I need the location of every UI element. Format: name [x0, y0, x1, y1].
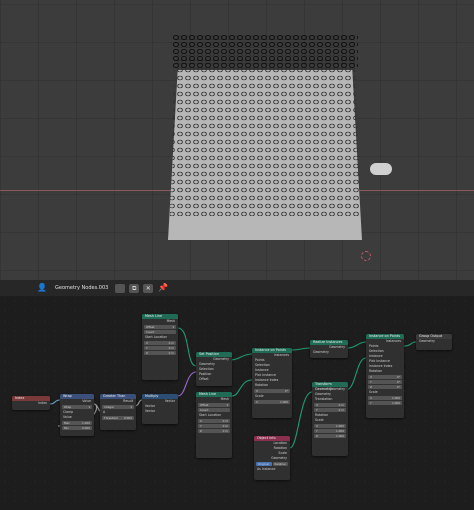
- mode-dropdown[interactable]: Offset ▾: [198, 403, 230, 407]
- geometry-output-label: Geometry: [271, 456, 287, 460]
- scale-z-field[interactable]: Z 1.000: [314, 434, 346, 438]
- realize-instances-node[interactable]: Realize Instances Geometry Geometry: [310, 340, 348, 358]
- scale-x-field[interactable]: X 1.000: [254, 400, 290, 404]
- transform-geometry-node[interactable]: Transform Geometry Geometry Geometry Tra…: [312, 382, 348, 456]
- fake-user-button[interactable]: [115, 283, 126, 293]
- data-type-dropdown[interactable]: Integer ▾: [102, 405, 134, 409]
- mesh-line-node-bottom[interactable]: Mesh Line Mesh Offset ▾ Count Start Locat…: [196, 392, 232, 458]
- 3d-viewport[interactable]: [0, 0, 474, 280]
- rotation-label: Rotation: [369, 369, 383, 373]
- group-output-node[interactable]: Group Output Geometry: [416, 334, 452, 350]
- instance-on-points-node[interactable]: Instance on Points Instances Points Sele…: [252, 348, 292, 418]
- node-editor-header: 👤 Geometry Nodes.003 ⧉ ✕ 📌: [0, 280, 474, 296]
- scale-label: Scale: [255, 394, 264, 398]
- rotation-y-field[interactable]: Y 0°: [368, 380, 402, 384]
- value-input-label: Value: [63, 415, 72, 419]
- start-location-label: Start Location: [145, 335, 168, 339]
- a-input-label: A: [103, 410, 106, 414]
- original-toggle[interactable]: Original: [256, 462, 272, 466]
- scale-x-field[interactable]: X 1.000: [314, 424, 346, 428]
- node-editor-canvas[interactable]: Index Index Wrap Value Wrap ▾ Clamp Value…: [0, 296, 474, 510]
- output-socket-label: Index: [38, 401, 47, 405]
- output-socket-label: Mesh: [220, 397, 229, 401]
- compare-greater-than-node[interactable]: Greater Than Result Integer ▾ A Threshold…: [100, 394, 136, 430]
- scale-y-field[interactable]: Y 1.000: [368, 401, 402, 405]
- rotation-x-field[interactable]: X 0°: [368, 375, 402, 379]
- chain-link-pattern-top: [172, 34, 358, 70]
- geometry-input-label: Geometry: [419, 339, 435, 343]
- rotation-z-field[interactable]: Z 0°: [368, 385, 402, 389]
- rotation-label: Rotation: [255, 383, 269, 387]
- scale-label: Scale: [315, 418, 324, 422]
- vector-multiply-node[interactable]: Multiply Vector Vector Vector: [142, 394, 178, 424]
- max-field[interactable]: Max 1.000: [62, 421, 92, 425]
- pill-object[interactable]: [370, 163, 392, 175]
- y-field[interactable]: Y0 m: [198, 424, 230, 428]
- count-field[interactable]: Count: [198, 408, 230, 412]
- min-field[interactable]: Min 0.000: [62, 426, 92, 430]
- pin-icon[interactable]: 📌: [157, 283, 169, 293]
- light-object-icon[interactable]: [361, 251, 371, 261]
- relative-toggle[interactable]: Relative: [272, 462, 288, 466]
- as-instance-checkbox[interactable]: As Instance: [254, 467, 290, 472]
- offset-input-label: Offset: [199, 377, 209, 381]
- math-wrap-node[interactable]: Wrap Value Wrap ▾ Clamp Value Max 1.000 Mi…: [60, 394, 94, 436]
- count-field[interactable]: Count: [144, 330, 176, 334]
- output-socket-label: Value: [82, 399, 91, 403]
- scale-label: Scale: [369, 390, 378, 394]
- duplicate-icon[interactable]: ⧉: [129, 283, 140, 293]
- scale-y-field[interactable]: Y 1.000: [314, 429, 346, 433]
- translation-x-field[interactable]: X0 m: [314, 403, 346, 407]
- y-field[interactable]: Y0 m: [144, 346, 176, 350]
- object-info-node[interactable]: Object Info Location Rotation Scale Geom…: [254, 436, 290, 480]
- threshold-field[interactable]: Threshold 0.000: [102, 416, 134, 420]
- geometry-input-label: Geometry: [313, 350, 329, 354]
- close-icon[interactable]: ✕: [143, 283, 154, 293]
- vector-input-label-2: Vector: [145, 409, 156, 413]
- mesh-line-node-top[interactable]: Mesh Line Mesh Offset ▾ Count Start Locat…: [142, 314, 178, 380]
- operation-dropdown[interactable]: Wrap ▾: [62, 405, 92, 409]
- mode-dropdown[interactable]: Offset ▾: [144, 325, 176, 329]
- x-field[interactable]: X0 m: [198, 419, 230, 423]
- scale-x-field[interactable]: X 1.000: [368, 396, 402, 400]
- z-field[interactable]: Z0 m: [198, 429, 230, 433]
- output-socket-label: Result: [123, 399, 133, 403]
- z-field[interactable]: Z0 m: [144, 351, 176, 355]
- translation-label: Translation: [315, 397, 333, 401]
- user-icon[interactable]: 👤: [36, 283, 48, 293]
- index-node[interactable]: Index Index: [12, 396, 50, 410]
- set-position-node[interactable]: Set Position Geometry Geometry Selection…: [196, 352, 232, 386]
- start-location-label: Start Location: [199, 413, 222, 417]
- node-tree-name-field[interactable]: Geometry Nodes.003: [52, 285, 111, 291]
- rotation-x-field[interactable]: X 0°: [254, 389, 290, 393]
- output-socket-label: Mesh: [166, 319, 175, 323]
- instance-on-points-node-2[interactable]: Instance on Points Instances Points Sele…: [366, 334, 404, 418]
- x-field[interactable]: X0 m: [144, 341, 176, 345]
- translation-y-field[interactable]: Y0 m: [314, 408, 346, 412]
